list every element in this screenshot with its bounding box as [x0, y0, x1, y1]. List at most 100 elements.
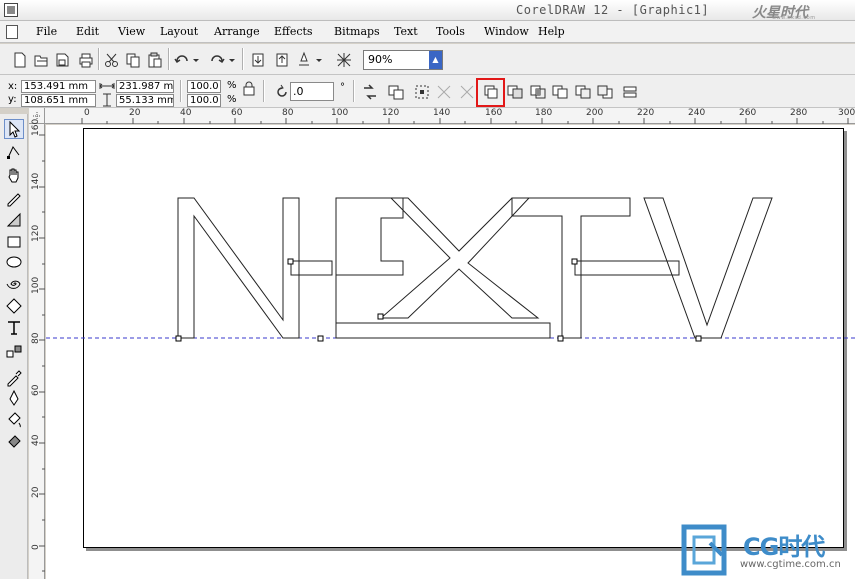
menu-file[interactable]: File	[36, 25, 57, 38]
ruler-label: 100	[31, 276, 41, 294]
menu-window[interactable]: Window	[484, 25, 529, 38]
interactive-blend-icon[interactable]	[4, 342, 24, 362]
export-icon[interactable]	[272, 50, 292, 70]
import-icon[interactable]	[248, 50, 268, 70]
intersect-icon[interactable]	[528, 82, 548, 102]
ruler-label: 220	[637, 108, 655, 118]
node-handle[interactable]	[377, 313, 384, 320]
mirror-icon[interactable]	[360, 82, 380, 102]
ungroup-icon[interactable]	[412, 82, 432, 102]
ruler-label: 200	[586, 108, 604, 118]
separator	[263, 80, 265, 102]
letter-e-top[interactable]	[335, 197, 404, 276]
fill-bucket-icon[interactable]	[4, 410, 24, 430]
document-icon[interactable]	[6, 25, 18, 39]
redo-dropdown-icon[interactable]	[227, 50, 237, 70]
separator	[168, 48, 170, 70]
letter-n-outline[interactable]	[177, 197, 300, 339]
node-handle[interactable]	[317, 335, 324, 342]
outline-pen-icon[interactable]	[4, 388, 24, 408]
width-field[interactable]: 231.987 mm	[116, 80, 174, 93]
shape-tool-icon[interactable]	[4, 142, 24, 162]
launcher-dropdown-icon[interactable]	[314, 50, 324, 70]
letter-e-bar[interactable]	[290, 260, 333, 276]
ruler-label: 120	[382, 108, 400, 118]
height-field[interactable]: 55.133 mm	[116, 94, 174, 107]
undo-dropdown-icon[interactable]	[191, 50, 201, 70]
artwork-layer[interactable]	[46, 125, 855, 579]
open-icon[interactable]	[31, 50, 51, 70]
menu-bar: File Edit View Layout Arrange Effects Bi…	[0, 21, 855, 43]
vertical-ruler[interactable]: 160 140 120 100 80 60 40 20 0	[29, 119, 45, 579]
paste-icon[interactable]	[145, 50, 165, 70]
ruler-label: 100	[331, 108, 349, 118]
combine-icon-disabled	[434, 82, 454, 102]
scale-x-field[interactable]: 100.0	[187, 80, 221, 93]
node-handle[interactable]	[557, 335, 564, 342]
freehand-tool-icon[interactable]	[4, 188, 24, 208]
watermark-url: www.cgtime.com.cn	[740, 559, 841, 570]
menu-bitmaps[interactable]: Bitmaps	[334, 25, 380, 38]
menu-layout[interactable]: Layout	[160, 25, 198, 38]
node-handle[interactable]	[571, 258, 578, 265]
rotation-angle-field[interactable]: .0	[290, 82, 334, 101]
cgtime-logo-icon	[681, 524, 727, 576]
eyedropper-icon[interactable]	[4, 368, 24, 388]
copy-icon[interactable]	[123, 50, 143, 70]
separator	[180, 80, 182, 102]
standard-toolbar: 90% ▲	[0, 44, 855, 75]
letter-v-outline[interactable]	[643, 197, 773, 339]
pick-tool-icon[interactable]	[4, 119, 24, 139]
ellipse-tool-icon[interactable]	[4, 252, 24, 272]
front-minus-back-icon[interactable]	[573, 82, 593, 102]
rectangle-tool-icon[interactable]	[4, 232, 24, 252]
y-label: y:	[8, 94, 17, 105]
menu-view[interactable]: View	[118, 25, 145, 38]
drawing-canvas[interactable]	[46, 125, 855, 579]
smart-fill-icon[interactable]	[4, 210, 24, 230]
horizontal-ruler[interactable]: 0 20 40 60 80 100 120 140 160 180 200 22…	[45, 108, 855, 124]
redo-icon[interactable]	[207, 50, 227, 70]
corel-online-icon[interactable]	[334, 50, 354, 70]
node-handle[interactable]	[287, 258, 294, 265]
back-minus-front-icon[interactable]	[595, 82, 615, 102]
letter-t-bar[interactable]	[574, 260, 680, 276]
interactive-fill-icon[interactable]	[4, 432, 24, 452]
print-icon[interactable]	[76, 50, 96, 70]
trim-icon[interactable]	[505, 82, 525, 102]
menu-text[interactable]: Text	[394, 25, 418, 38]
menu-help[interactable]: Help	[538, 25, 565, 38]
group-icon[interactable]	[386, 82, 406, 102]
scale-x-percent: %	[227, 80, 237, 91]
spiral-tool-icon[interactable]	[4, 274, 24, 294]
zoom-level-value: 90%	[368, 53, 393, 66]
x-position-field[interactable]: 153.491 mm	[21, 80, 96, 93]
text-tool-icon[interactable]	[4, 318, 24, 338]
cut-icon[interactable]	[102, 50, 122, 70]
menu-arrange[interactable]: Arrange	[214, 25, 260, 38]
node-handle[interactable]	[175, 335, 182, 342]
basic-shapes-icon[interactable]	[4, 296, 24, 316]
create-boundary-icon[interactable]	[620, 82, 640, 102]
ruler-label: 240	[688, 108, 706, 118]
menu-edit[interactable]: Edit	[76, 25, 99, 38]
undo-icon[interactable]	[172, 50, 192, 70]
degree-symbol: °	[340, 82, 345, 93]
pan-hand-icon[interactable]	[4, 165, 24, 185]
save-icon[interactable]	[52, 50, 72, 70]
application-launcher-icon[interactable]	[294, 50, 314, 70]
letter-t-outline[interactable]	[511, 197, 631, 339]
simplify-icon[interactable]	[550, 82, 570, 102]
node-handle[interactable]	[695, 335, 702, 342]
new-document-icon[interactable]	[10, 50, 30, 70]
title-bar: CorelDRAW 12 - [Graphic1] 火星时代 www.hxsd.…	[0, 0, 855, 21]
menu-tools[interactable]: Tools	[436, 25, 465, 38]
lock-ratio-icon[interactable]	[241, 81, 257, 97]
scale-y-field[interactable]: 100.0	[187, 94, 221, 107]
separator	[98, 48, 100, 70]
menu-effects[interactable]: Effects	[274, 25, 313, 38]
zoom-level-select[interactable]: 90% ▲	[363, 50, 443, 70]
coreldraw-app-icon[interactable]	[4, 3, 18, 17]
y-position-field[interactable]: 108.651 mm	[21, 94, 96, 107]
chevron-down-icon[interactable]: ▲	[429, 51, 442, 69]
